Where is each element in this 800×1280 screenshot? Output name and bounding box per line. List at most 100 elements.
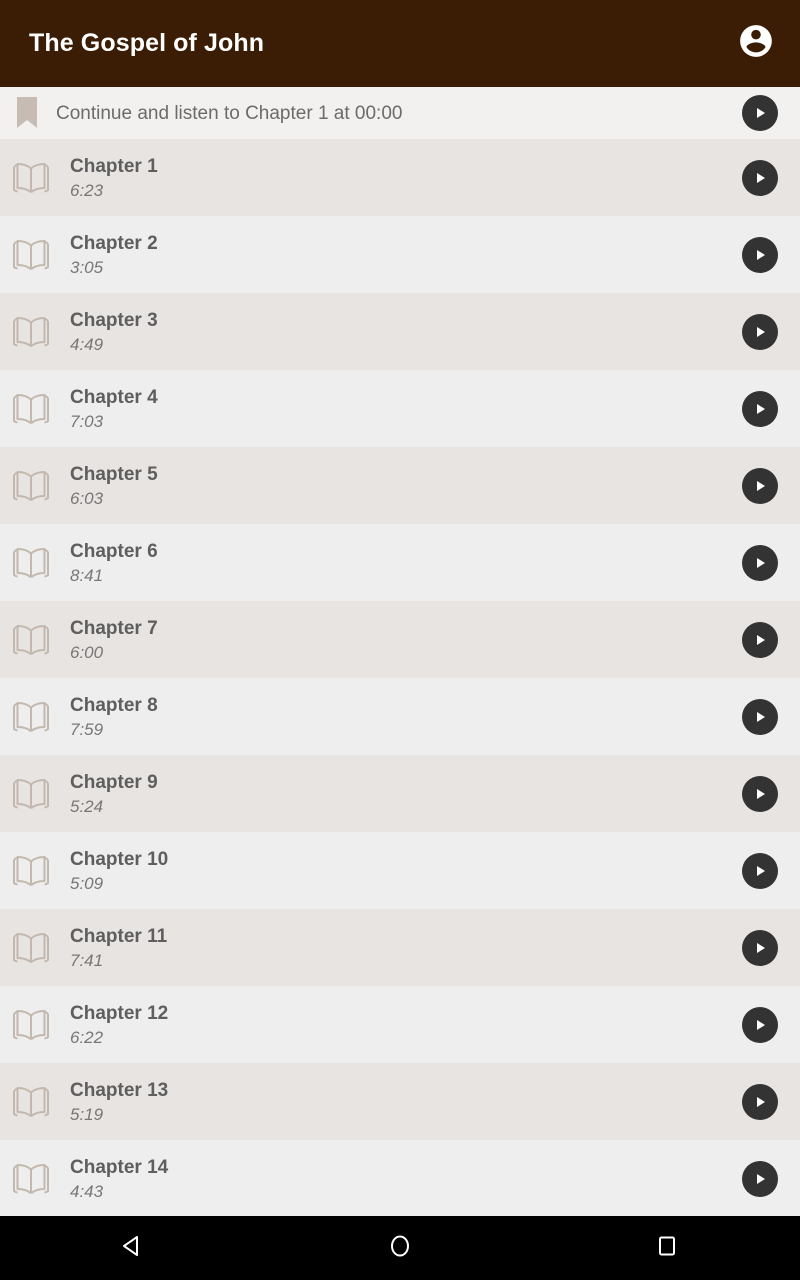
chapter-play-button[interactable] <box>742 1160 778 1197</box>
play-icon <box>752 478 768 494</box>
square-icon <box>652 1231 682 1266</box>
chapter-meta: Chapter 2 3:05 <box>70 234 742 276</box>
open-book-icon <box>10 159 52 197</box>
play-icon <box>752 632 768 648</box>
chapter-play-button[interactable] <box>742 236 778 273</box>
chapter-title: Chapter 3 <box>70 309 158 331</box>
chapter-meta: Chapter 8 7:59 <box>70 696 742 738</box>
nav-recents-button[interactable] <box>607 1216 727 1280</box>
chapter-duration: 6:23 <box>70 180 104 200</box>
play-icon <box>752 555 768 571</box>
play-icon <box>752 863 768 879</box>
chapter-title: Chapter 13 <box>70 1079 169 1101</box>
chapter-play-button[interactable] <box>742 467 778 504</box>
chapter-title: Chapter 14 <box>70 1156 169 1178</box>
chapter-row[interactable]: Chapter 14 4:43 <box>0 1140 800 1216</box>
chapter-meta: Chapter 10 5:09 <box>70 850 742 892</box>
chapter-play-button[interactable] <box>742 390 778 427</box>
chapter-row[interactable]: Chapter 7 6:00 <box>0 601 800 678</box>
chapter-list[interactable]: Chapter 1 6:23 Chapter 2 3:05 Chapter 3 4:49 C… <box>0 139 800 1216</box>
chapter-row[interactable]: Chapter 11 7:41 <box>0 909 800 986</box>
chapter-play-button[interactable] <box>742 852 778 889</box>
chapter-row[interactable]: Chapter 2 3:05 <box>0 216 800 293</box>
app-bar: The Gospel of John <box>0 0 800 87</box>
account-button[interactable] <box>734 22 778 66</box>
chapter-title: Chapter 12 <box>70 1002 169 1024</box>
chapter-title: Chapter 10 <box>70 848 169 870</box>
chapter-play-button[interactable] <box>742 1083 778 1120</box>
open-book-icon <box>10 1083 52 1121</box>
open-book-icon <box>10 698 52 736</box>
chapter-meta: Chapter 12 6:22 <box>70 1004 742 1046</box>
continue-play-button[interactable] <box>742 95 778 131</box>
chapter-duration: 8:41 <box>70 565 104 585</box>
open-book-icon <box>10 929 52 967</box>
chapter-play-button[interactable] <box>742 929 778 966</box>
continue-listening-bar[interactable]: Continue and listen to Chapter 1 at 00:0… <box>0 87 800 139</box>
play-icon <box>752 170 768 186</box>
chapter-row[interactable]: Chapter 6 8:41 <box>0 524 800 601</box>
chapter-title: Chapter 5 <box>70 463 158 485</box>
play-icon <box>752 401 768 417</box>
continue-listening-label: Continue and listen to Chapter 1 at 00:0… <box>56 102 403 124</box>
account-circle-icon <box>737 22 775 65</box>
chapter-play-button[interactable] <box>742 775 778 812</box>
chapter-row[interactable]: Chapter 3 4:49 <box>0 293 800 370</box>
chapter-row[interactable]: Chapter 5 6:03 <box>0 447 800 524</box>
circle-icon <box>385 1231 415 1266</box>
chapter-row[interactable]: Chapter 10 5:09 <box>0 832 800 909</box>
chapter-play-button[interactable] <box>742 1006 778 1043</box>
chapter-row[interactable]: Chapter 9 5:24 <box>0 755 800 832</box>
open-book-icon <box>10 544 52 582</box>
chapter-play-button[interactable] <box>742 313 778 350</box>
chapter-title: Chapter 1 <box>70 155 158 177</box>
chapter-play-button[interactable] <box>742 621 778 658</box>
chapter-duration: 6:22 <box>70 1027 104 1047</box>
nav-back-button[interactable] <box>73 1216 193 1280</box>
chapter-meta: Chapter 14 4:43 <box>70 1158 742 1200</box>
chapter-row[interactable]: Chapter 4 7:03 <box>0 370 800 447</box>
chapter-title: Chapter 8 <box>70 694 158 716</box>
play-icon <box>752 105 768 121</box>
chapter-title: Chapter 11 <box>70 925 168 947</box>
bookmark-icon <box>12 96 42 130</box>
open-book-icon <box>10 1006 52 1044</box>
chapter-duration: 5:24 <box>70 796 104 816</box>
open-book-icon <box>10 390 52 428</box>
chapter-duration: 3:05 <box>70 257 104 277</box>
play-icon <box>752 709 768 725</box>
system-navigation-bar <box>0 1216 800 1280</box>
chapter-meta: Chapter 6 8:41 <box>70 542 742 584</box>
chapter-title: Chapter 4 <box>70 386 158 408</box>
open-book-icon <box>10 236 52 274</box>
chapter-row[interactable]: Chapter 13 5:19 <box>0 1063 800 1140</box>
chapter-duration: 7:03 <box>70 411 104 431</box>
open-book-icon <box>10 852 52 890</box>
play-icon <box>752 324 768 340</box>
chapter-meta: Chapter 13 5:19 <box>70 1081 742 1123</box>
chapter-meta: Chapter 5 6:03 <box>70 465 742 507</box>
chapter-meta: Chapter 9 5:24 <box>70 773 742 815</box>
chapter-duration: 6:00 <box>70 642 104 662</box>
play-icon <box>752 1017 768 1033</box>
chapter-row[interactable]: Chapter 12 6:22 <box>0 986 800 1063</box>
chapter-meta: Chapter 7 6:00 <box>70 619 742 661</box>
open-book-icon <box>10 313 52 351</box>
page-title: The Gospel of John <box>29 29 265 57</box>
chapter-play-button[interactable] <box>742 159 778 196</box>
play-icon <box>752 940 768 956</box>
chapter-duration: 5:19 <box>70 1104 104 1124</box>
nav-home-button[interactable] <box>340 1216 460 1280</box>
chapter-title: Chapter 9 <box>70 771 158 793</box>
open-book-icon <box>10 775 52 813</box>
chapter-play-button[interactable] <box>742 698 778 735</box>
chapter-row[interactable]: Chapter 8 7:59 <box>0 678 800 755</box>
chapter-play-button[interactable] <box>742 544 778 581</box>
triangle-left-icon <box>118 1231 148 1266</box>
chapter-row[interactable]: Chapter 1 6:23 <box>0 139 800 216</box>
chapter-meta: Chapter 11 7:41 <box>70 927 742 969</box>
chapter-meta: Chapter 1 6:23 <box>70 157 742 199</box>
chapter-title: Chapter 2 <box>70 232 158 254</box>
chapter-duration: 5:09 <box>70 873 104 893</box>
chapter-title: Chapter 7 <box>70 617 158 639</box>
